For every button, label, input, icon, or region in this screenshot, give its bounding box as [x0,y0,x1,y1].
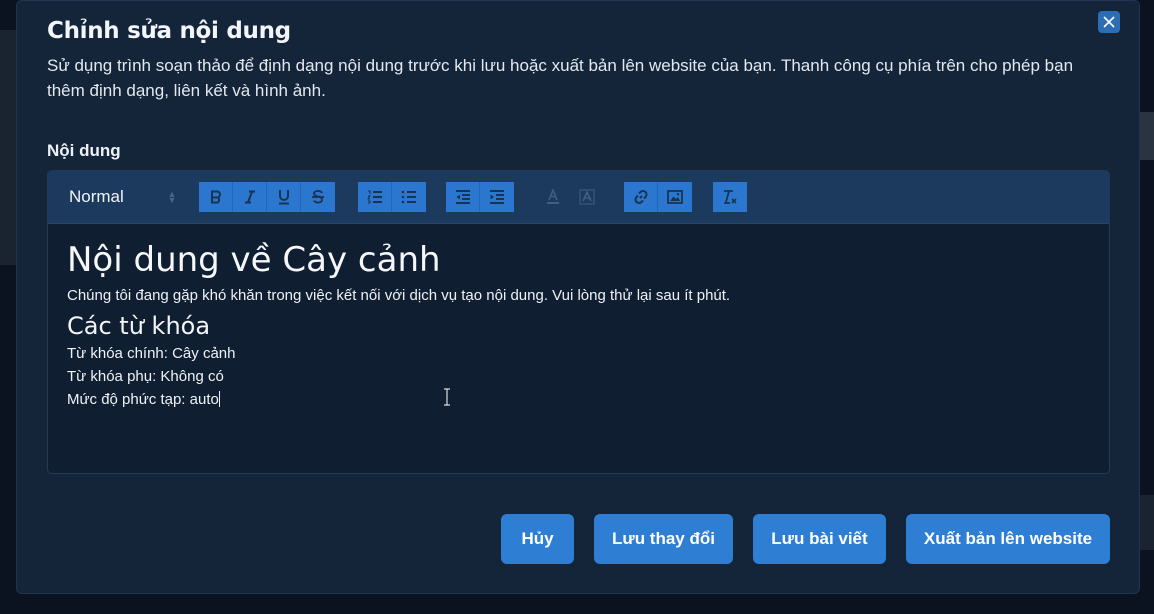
text-color-button[interactable] [536,182,570,212]
clear-group [713,182,747,212]
clear-format-icon [724,190,737,204]
image-icon [667,190,683,204]
close-icon [1103,16,1115,28]
text-color-icon [547,189,559,204]
color-group [536,182,604,212]
complexity-text: Mức độ phức tạp: auto [67,391,219,408]
bold-button[interactable] [199,182,233,212]
modal-title: Chỉnh sửa nội dung [47,18,291,44]
indent-group [446,182,514,212]
content-heading: Nội dung về Cây cảnh [67,240,441,280]
close-button[interactable] [1098,11,1120,33]
italic-button[interactable] [233,182,267,212]
text-caret [218,391,220,407]
image-button[interactable] [658,182,692,212]
keywords-heading: Các từ khóa [67,312,211,340]
edit-content-modal: Chỉnh sửa nội dung Sử dụng trình soạn th… [16,0,1140,594]
editor-content-area[interactable]: Nội dung về Cây cảnh Chúng tôi đang gặp … [48,224,1109,473]
bullet-list-icon [401,190,416,204]
modal-description: Sử dụng trình soạn thảo để định dạng nội… [47,56,1074,100]
link-button[interactable] [624,182,658,212]
italic-icon [244,190,255,204]
backdrop-panel-right [1140,112,1154,160]
underline-icon [278,190,289,205]
format-select-value: Normal [69,187,124,206]
background-color-button[interactable] [570,182,604,212]
content-paragraph: Chúng tôi đang gặp khó khăn trong việc k… [67,287,731,304]
backdrop-panel-right-lower [1140,495,1154,550]
primary-keyword-line: Từ khóa chính: Cây cảnh [67,345,236,362]
text-style-group [199,182,335,212]
backdrop-panel-left [0,30,16,265]
complexity-line: Mức độ phức tạp: auto [67,391,220,408]
bold-icon [210,190,221,204]
cancel-button[interactable]: Hủy [501,514,574,564]
outdent-icon [455,190,470,204]
media-group [624,182,692,212]
publish-button[interactable]: Xuất bản lên website [906,514,1110,564]
format-select[interactable]: Normal ▲ ▼ [69,185,177,209]
ibeam-cursor-icon [444,388,450,406]
save-post-button[interactable]: Lưu bài viết [753,514,886,564]
rich-text-editor: Normal ▲ ▼ Nội dung về Cây cảnh Chúng tô… [47,170,1110,474]
secondary-keyword-line: Từ khóa phụ: Không có [67,368,224,385]
save-changes-button[interactable]: Lưu thay đổi [594,514,733,564]
clear-format-button[interactable] [713,182,747,212]
strikethrough-icon [312,190,324,204]
outdent-button[interactable] [446,182,480,212]
strikethrough-button[interactable] [301,182,335,212]
content-field-label: Nội dung [47,141,121,160]
link-icon [633,189,648,205]
list-group [358,182,426,212]
ordered-list-icon [366,190,382,204]
indent-icon [490,190,504,204]
underline-button[interactable] [267,182,301,212]
background-color-icon [579,189,595,205]
indent-button[interactable] [480,182,514,212]
select-arrows-icon: ▲ ▼ [167,189,177,205]
ordered-list-button[interactable] [358,182,392,212]
bullet-list-button[interactable] [392,182,426,212]
editor-toolbar: Normal ▲ ▼ [48,171,1109,224]
